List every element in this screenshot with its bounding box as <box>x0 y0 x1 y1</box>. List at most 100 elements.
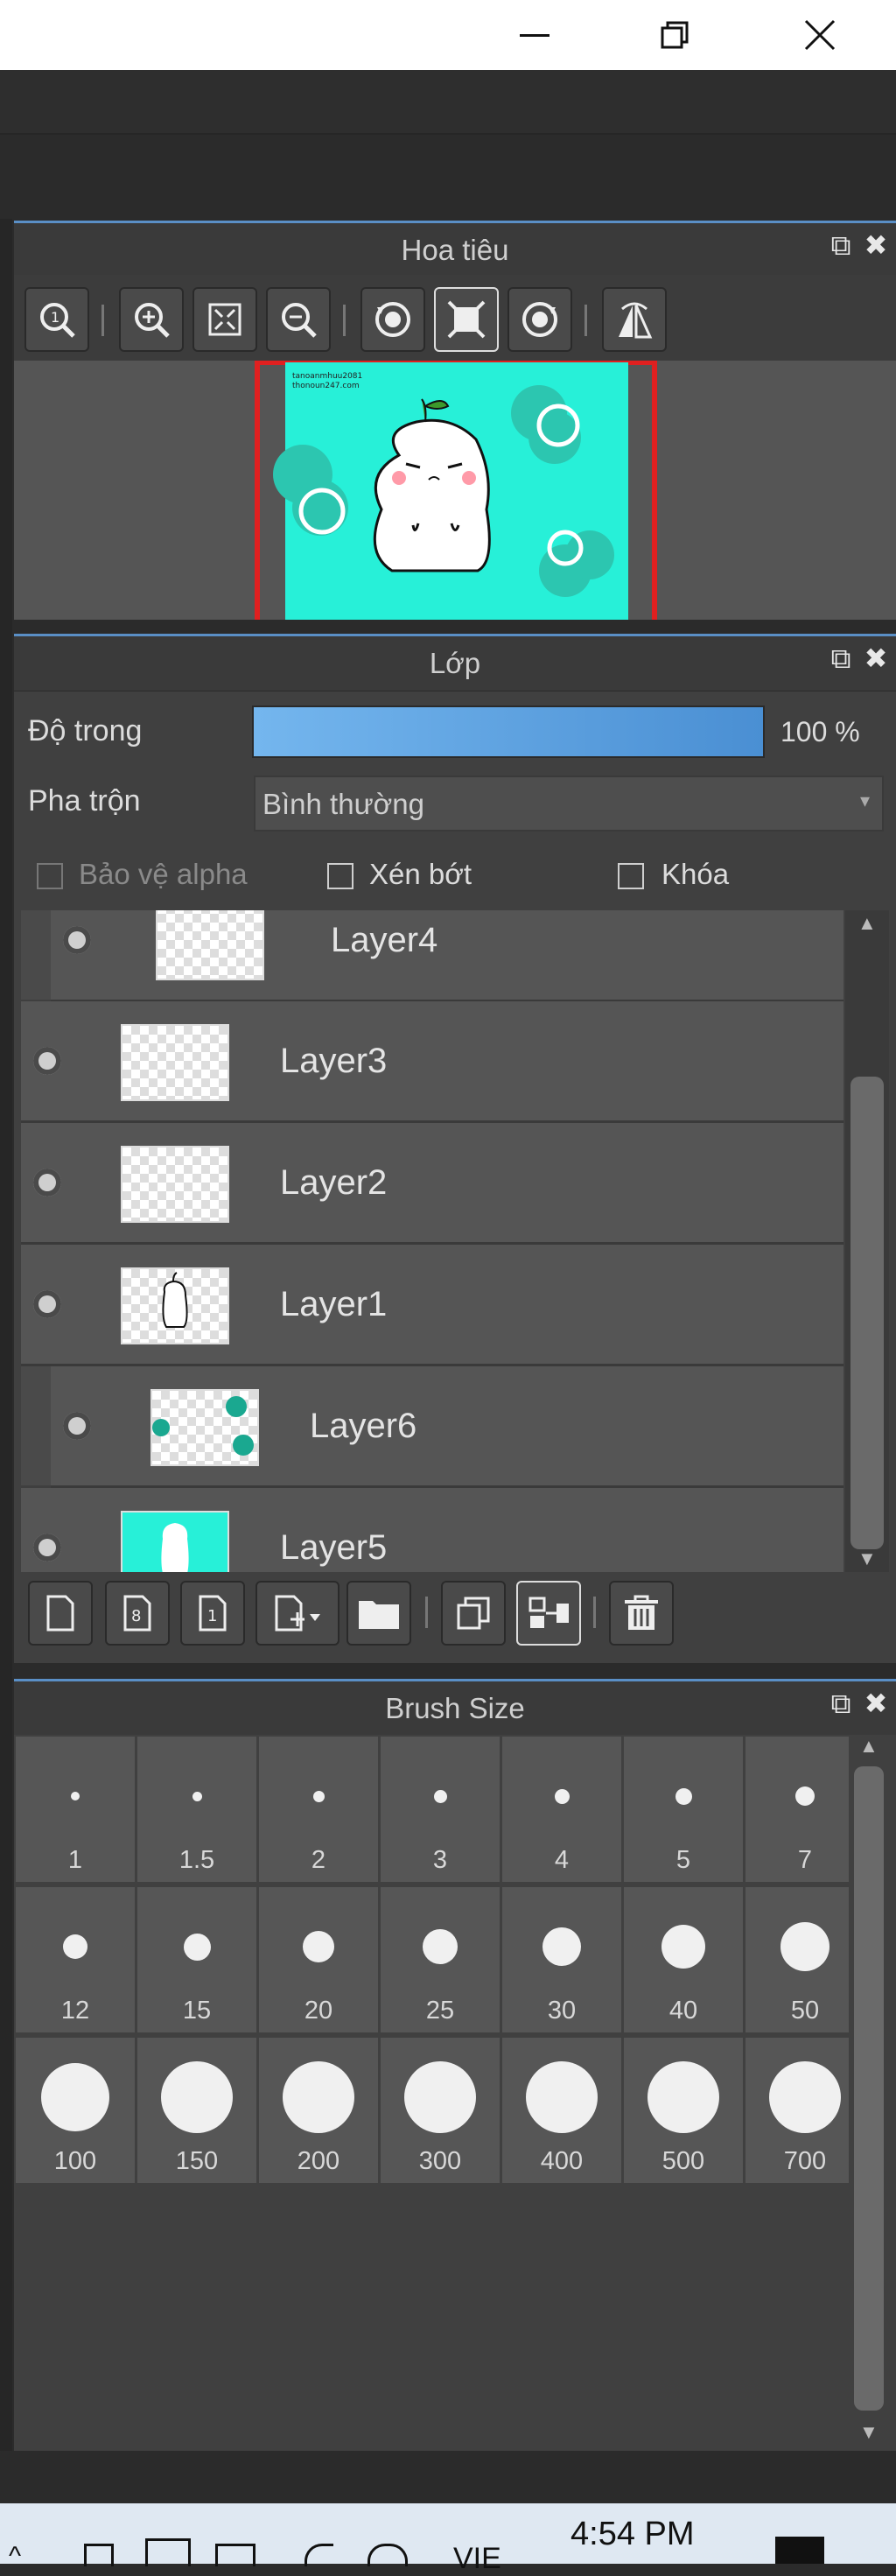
layer-thumbnail <box>150 1389 259 1466</box>
scroll-up-icon[interactable]: ▲ <box>858 912 877 935</box>
close-icon <box>804 19 836 51</box>
visibility-eye-icon[interactable] <box>33 1534 61 1562</box>
trash-icon <box>625 1595 658 1630</box>
brush-size-cell[interactable]: 40 <box>624 1887 743 2032</box>
chevron-up-icon[interactable]: ^ <box>9 2542 21 2572</box>
tablet-icon[interactable] <box>145 2538 191 2566</box>
scroll-thumb[interactable] <box>854 1766 884 2411</box>
flip-button[interactable] <box>434 287 499 352</box>
layer-row-layer6[interactable]: Layer6 <box>51 1366 844 1488</box>
brush-size-cell[interactable]: 2 <box>259 1737 378 1882</box>
navigator-preview[interactable]: tanoanmhuu2081 thonoun247.com <box>14 361 896 620</box>
visibility-eye-icon[interactable] <box>33 1290 61 1318</box>
duplicate-layer-button[interactable] <box>441 1581 506 1646</box>
scroll-down-icon[interactable]: ▼ <box>859 2421 878 2444</box>
battery-icon[interactable] <box>215 2544 256 2566</box>
clipping-checkbox[interactable] <box>327 863 354 889</box>
close-panel-icon[interactable]: ✖ <box>863 231 889 259</box>
brush-size-cell[interactable]: 4 <box>502 1737 621 1882</box>
brush-size-cell[interactable]: 700 <box>746 2038 864 2183</box>
brush-size-cell[interactable]: 300 <box>381 2038 500 2183</box>
rotate-right-icon <box>522 302 557 337</box>
brush-size-cell[interactable]: 15 <box>137 1887 256 2032</box>
brush-size-label: 5 <box>676 1846 691 1874</box>
language-indicator[interactable]: VIE <box>453 2542 501 2576</box>
zoom-in-button[interactable] <box>119 287 184 352</box>
layer-row-layer4[interactable]: Layer4 <box>51 910 844 1002</box>
brush-dot-icon <box>795 1786 815 1806</box>
brush-size-cell[interactable]: 150 <box>137 2038 256 2183</box>
brush-size-cell[interactable]: 1.5 <box>137 1737 256 1882</box>
brush-size-cell[interactable]: 1 <box>16 1737 135 1882</box>
brush-size-cell[interactable]: 20 <box>259 1887 378 2032</box>
layer-row-layer2[interactable]: Layer2 <box>21 1123 844 1245</box>
new-8bit-layer-button[interactable]: 8 <box>105 1581 170 1646</box>
rotate-right-button[interactable] <box>508 287 572 352</box>
visibility-eye-icon[interactable] <box>33 1169 61 1197</box>
new-folder-button[interactable] <box>346 1581 411 1646</box>
preview-watermark: tanoanmhuu2081 <box>292 372 362 381</box>
close-panel-icon[interactable]: ✖ <box>863 644 889 672</box>
flip-horizontal-button[interactable] <box>602 287 667 352</box>
brush-size-cell[interactable]: 30 <box>502 1887 621 2032</box>
layer-scrollbar[interactable]: ▲ ▼ <box>845 910 889 1572</box>
close-window-button[interactable] <box>782 0 858 70</box>
brush-size-cell[interactable]: 50 <box>746 1887 864 2032</box>
layer-thumbnail <box>156 910 264 980</box>
restore-button[interactable] <box>637 0 712 70</box>
visibility-eye-icon[interactable] <box>33 1047 61 1075</box>
blend-mode-select[interactable]: Bình thường ▾ <box>254 776 884 832</box>
popout-icon[interactable]: ⧉ <box>828 644 854 672</box>
1bit-layer-icon: 1 <box>199 1595 227 1632</box>
layer-row-layer5[interactable]: Layer5 <box>21 1488 844 1572</box>
new-layer-button[interactable] <box>28 1581 93 1646</box>
lock-checkbox[interactable] <box>618 863 644 889</box>
volume-icon[interactable] <box>304 2544 333 2566</box>
scroll-down-icon[interactable]: ▼ <box>858 1548 877 1570</box>
layer-row-layer3[interactable]: Layer3 <box>21 1001 844 1123</box>
8bit-layer-icon: 8 <box>123 1595 151 1632</box>
brush-size-cell[interactable]: 12 <box>16 1887 135 2032</box>
zoom-out-button[interactable] <box>266 287 331 352</box>
window-title-bar <box>0 0 896 70</box>
brush-size-cell[interactable]: 5 <box>624 1737 743 1882</box>
opacity-label: Độ trong <box>28 714 143 748</box>
new-1bit-layer-button[interactable]: 1 <box>180 1581 245 1646</box>
visibility-eye-icon[interactable] <box>63 926 91 954</box>
brush-size-cell[interactable]: 3 <box>381 1737 500 1882</box>
close-panel-icon[interactable]: ✖ <box>863 1689 889 1717</box>
brush-size-cell[interactable]: 25 <box>381 1887 500 2032</box>
brush-size-cell[interactable]: 100 <box>16 2038 135 2183</box>
brush-size-cell[interactable]: 500 <box>624 2038 743 2183</box>
group-indent <box>21 910 51 1000</box>
brush-scrollbar[interactable]: ▲ ▼ <box>849 1735 889 2444</box>
brush-size-cell[interactable]: 400 <box>502 2038 621 2183</box>
popout-icon[interactable]: ⧉ <box>828 1689 854 1717</box>
fit-screen-icon <box>208 303 242 336</box>
visibility-eye-icon[interactable] <box>63 1412 91 1440</box>
add-layer-menu-button[interactable] <box>256 1581 340 1646</box>
popout-icon[interactable]: ⧉ <box>828 231 854 259</box>
scroll-up-icon[interactable]: ▲ <box>859 1735 878 1758</box>
brush-dot-icon <box>283 2061 354 2133</box>
zoom-100-button[interactable]: 1 <box>24 287 89 352</box>
layer-thumbnail <box>121 1511 229 1572</box>
notification-icon[interactable] <box>775 2537 824 2564</box>
brush-size-cell[interactable]: 7 <box>746 1737 864 1882</box>
panel-left-edge <box>0 219 12 2451</box>
wifi-icon[interactable] <box>368 2544 408 2566</box>
scroll-thumb[interactable] <box>850 1077 884 1549</box>
rotate-left-button[interactable] <box>360 287 425 352</box>
clock-time[interactable]: 4:54 PM <box>570 2516 695 2553</box>
layer-row-layer1[interactable]: Layer1 <box>21 1245 844 1366</box>
protect-alpha-checkbox[interactable] <box>37 863 63 889</box>
minimize-button[interactable] <box>497 0 572 70</box>
fit-screen-button[interactable] <box>192 287 257 352</box>
brush-size-cell[interactable]: 200 <box>259 2038 378 2183</box>
brush-dot-icon <box>303 1931 334 1962</box>
network-icon[interactable] <box>84 2544 114 2566</box>
opacity-slider[interactable] <box>252 705 765 758</box>
merge-down-button[interactable] <box>516 1581 581 1646</box>
protect-alpha-label: Bảo vệ alpha <box>79 858 248 890</box>
delete-layer-button[interactable] <box>609 1581 674 1646</box>
